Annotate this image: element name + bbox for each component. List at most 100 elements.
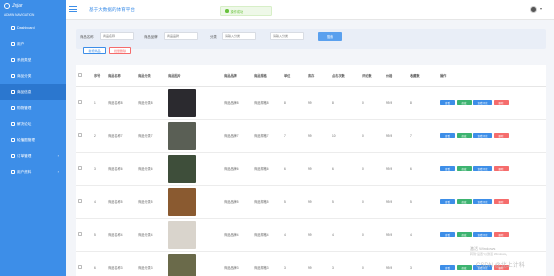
cell-name: 商品名称5 xyxy=(106,185,136,219)
sidebar-item[interactable]: Dashboard xyxy=(0,20,66,36)
column-header: 评论数 xyxy=(360,65,384,87)
delete-button[interactable]: 删除 xyxy=(493,133,509,138)
add-button[interactable]: 新增商品 xyxy=(83,47,106,54)
delete-button[interactable]: 删除 xyxy=(493,232,509,237)
nav-icon xyxy=(11,106,15,110)
cell-operations: 查看 修改 查看评论 删除 xyxy=(438,119,546,153)
delete-button[interactable]: 删除 xyxy=(493,166,509,171)
batch-delete-button[interactable]: 批量删除 xyxy=(109,47,131,54)
view-comments-button[interactable]: 查看评论 xyxy=(473,232,492,237)
row-checkbox[interactable] xyxy=(78,100,82,104)
cell-unit: 8 xyxy=(282,86,306,120)
product-image[interactable] xyxy=(168,88,196,117)
sidebar-item-label: 商品分类 xyxy=(17,73,32,78)
cell-price: 99.9 xyxy=(384,86,408,120)
edit-button[interactable]: 修改 xyxy=(456,265,472,270)
sidebar-item[interactable]: 解决论坛 xyxy=(0,116,66,132)
product-image[interactable] xyxy=(168,220,196,249)
sidebar-item[interactable]: 轮播图管理 xyxy=(0,132,66,148)
cell-image xyxy=(166,251,208,276)
nav-icon xyxy=(11,58,15,62)
nav-icon xyxy=(11,154,15,158)
view-button[interactable]: 查看 xyxy=(440,100,455,105)
column-header: 库存 xyxy=(306,65,330,87)
logo-icon xyxy=(4,2,10,9)
cell-idx: 6 xyxy=(92,251,106,276)
cell-stock: 99 xyxy=(306,152,330,186)
edit-button[interactable]: 修改 xyxy=(456,199,472,204)
sidebar: Jsjar ADMIN NAVIGATION Dashboard 用户 系统类型 商品… xyxy=(0,0,66,276)
product-image[interactable] xyxy=(168,253,196,276)
row-checkbox[interactable] xyxy=(78,199,82,203)
category-input[interactable] xyxy=(222,32,256,40)
search-panel: 商品名称 商品品牌 分类 搜索 xyxy=(76,29,546,49)
menu-toggle-icon[interactable] xyxy=(69,6,77,12)
cell-comments: 0 xyxy=(360,251,384,276)
view-button[interactable]: 查看 xyxy=(440,232,455,237)
row-checkbox[interactable] xyxy=(78,265,82,269)
sidebar-item[interactable]: 用户 xyxy=(0,36,66,52)
cell-cat: 商品分类7 xyxy=(136,119,166,153)
sidebar-item[interactable]: 订单管理 › xyxy=(0,148,66,164)
cell-cat: 商品分类3 xyxy=(136,251,166,276)
cell-clicks: 8 xyxy=(330,86,360,120)
row-checkbox[interactable] xyxy=(78,166,82,170)
brand-logo[interactable]: Jsjar xyxy=(0,0,66,11)
cell-spec: 商品规格5 xyxy=(252,185,282,219)
product-image[interactable] xyxy=(168,154,196,183)
column-header: 操作 xyxy=(438,65,546,87)
cell-comments: 0 xyxy=(360,119,384,153)
edit-button[interactable]: 修改 xyxy=(456,232,472,237)
sidebar-item-label: 订单管理 xyxy=(17,153,32,158)
cell-clicks: 3 xyxy=(330,251,360,276)
cell-comments: 0 xyxy=(360,152,384,186)
sidebar-item[interactable]: 用户资料 › xyxy=(0,164,66,180)
product-image[interactable] xyxy=(168,121,196,150)
nav-icon xyxy=(11,122,15,126)
brand-input[interactable] xyxy=(164,32,198,40)
delete-button[interactable]: 删除 xyxy=(493,100,509,105)
select-all-checkbox[interactable] xyxy=(78,72,82,77)
row-checkbox[interactable] xyxy=(78,232,82,236)
sidebar-item[interactable]: 购物管理 xyxy=(0,100,66,116)
cell-price: 99.9 xyxy=(384,218,408,252)
view-comments-button[interactable]: 查看评论 xyxy=(473,133,492,138)
cell-image xyxy=(166,218,208,252)
avatar[interactable] xyxy=(530,6,537,13)
table-row: 3 商品名称6 商品分类6 商品品牌6 商品规格6 6 99 6 0 99.9 6 查看 修改 查看评论删… xyxy=(76,152,546,186)
cell-spec: 商品规格6 xyxy=(252,152,282,186)
edit-button[interactable]: 修改 xyxy=(456,100,472,105)
search-button[interactable]: 搜索 xyxy=(318,32,342,41)
edit-button[interactable]: 修改 xyxy=(456,166,472,171)
cell-spacer xyxy=(208,86,222,120)
product-image[interactable] xyxy=(168,187,196,216)
top-bar: 基于大数据的体育平台 操作成功 ▾ xyxy=(66,0,554,20)
view-button[interactable]: 查看 xyxy=(440,199,455,204)
cell-name: 商品名称3 xyxy=(106,251,136,276)
nav-icon xyxy=(11,74,15,78)
check-icon xyxy=(225,9,229,13)
row-checkbox[interactable] xyxy=(78,133,82,137)
column-header xyxy=(76,65,92,87)
view-comments-button[interactable]: 查看评论 xyxy=(473,100,492,105)
name-input[interactable] xyxy=(100,32,134,40)
chevron-down-icon[interactable]: ▾ xyxy=(540,6,542,11)
sidebar-item-label: 商品信息 xyxy=(17,89,32,94)
sidebar-item[interactable]: 商品信息 xyxy=(0,84,66,100)
cell-stock: 99 xyxy=(306,251,330,276)
edit-button[interactable]: 修改 xyxy=(456,133,472,138)
view-button[interactable]: 查看 xyxy=(440,133,455,138)
column-header: 序号 xyxy=(92,65,106,87)
cell-operations: 查看 修改 查看评论 删除 xyxy=(438,185,546,219)
delete-button[interactable]: 删除 xyxy=(493,199,509,204)
view-button[interactable]: 查看 xyxy=(440,166,455,171)
cell-clicks: 6 xyxy=(330,152,360,186)
column-header: 商品图片 xyxy=(166,65,208,87)
view-button[interactable]: 查看 xyxy=(440,265,455,270)
sidebar-item[interactable]: 商品分类 xyxy=(0,68,66,84)
sidebar-item[interactable]: 系统类型 xyxy=(0,52,66,68)
cell-image xyxy=(166,185,208,219)
view-comments-button[interactable]: 查看评论 xyxy=(473,166,492,171)
view-comments-button[interactable]: 查看评论 xyxy=(473,199,492,204)
date-input[interactable] xyxy=(270,32,304,40)
